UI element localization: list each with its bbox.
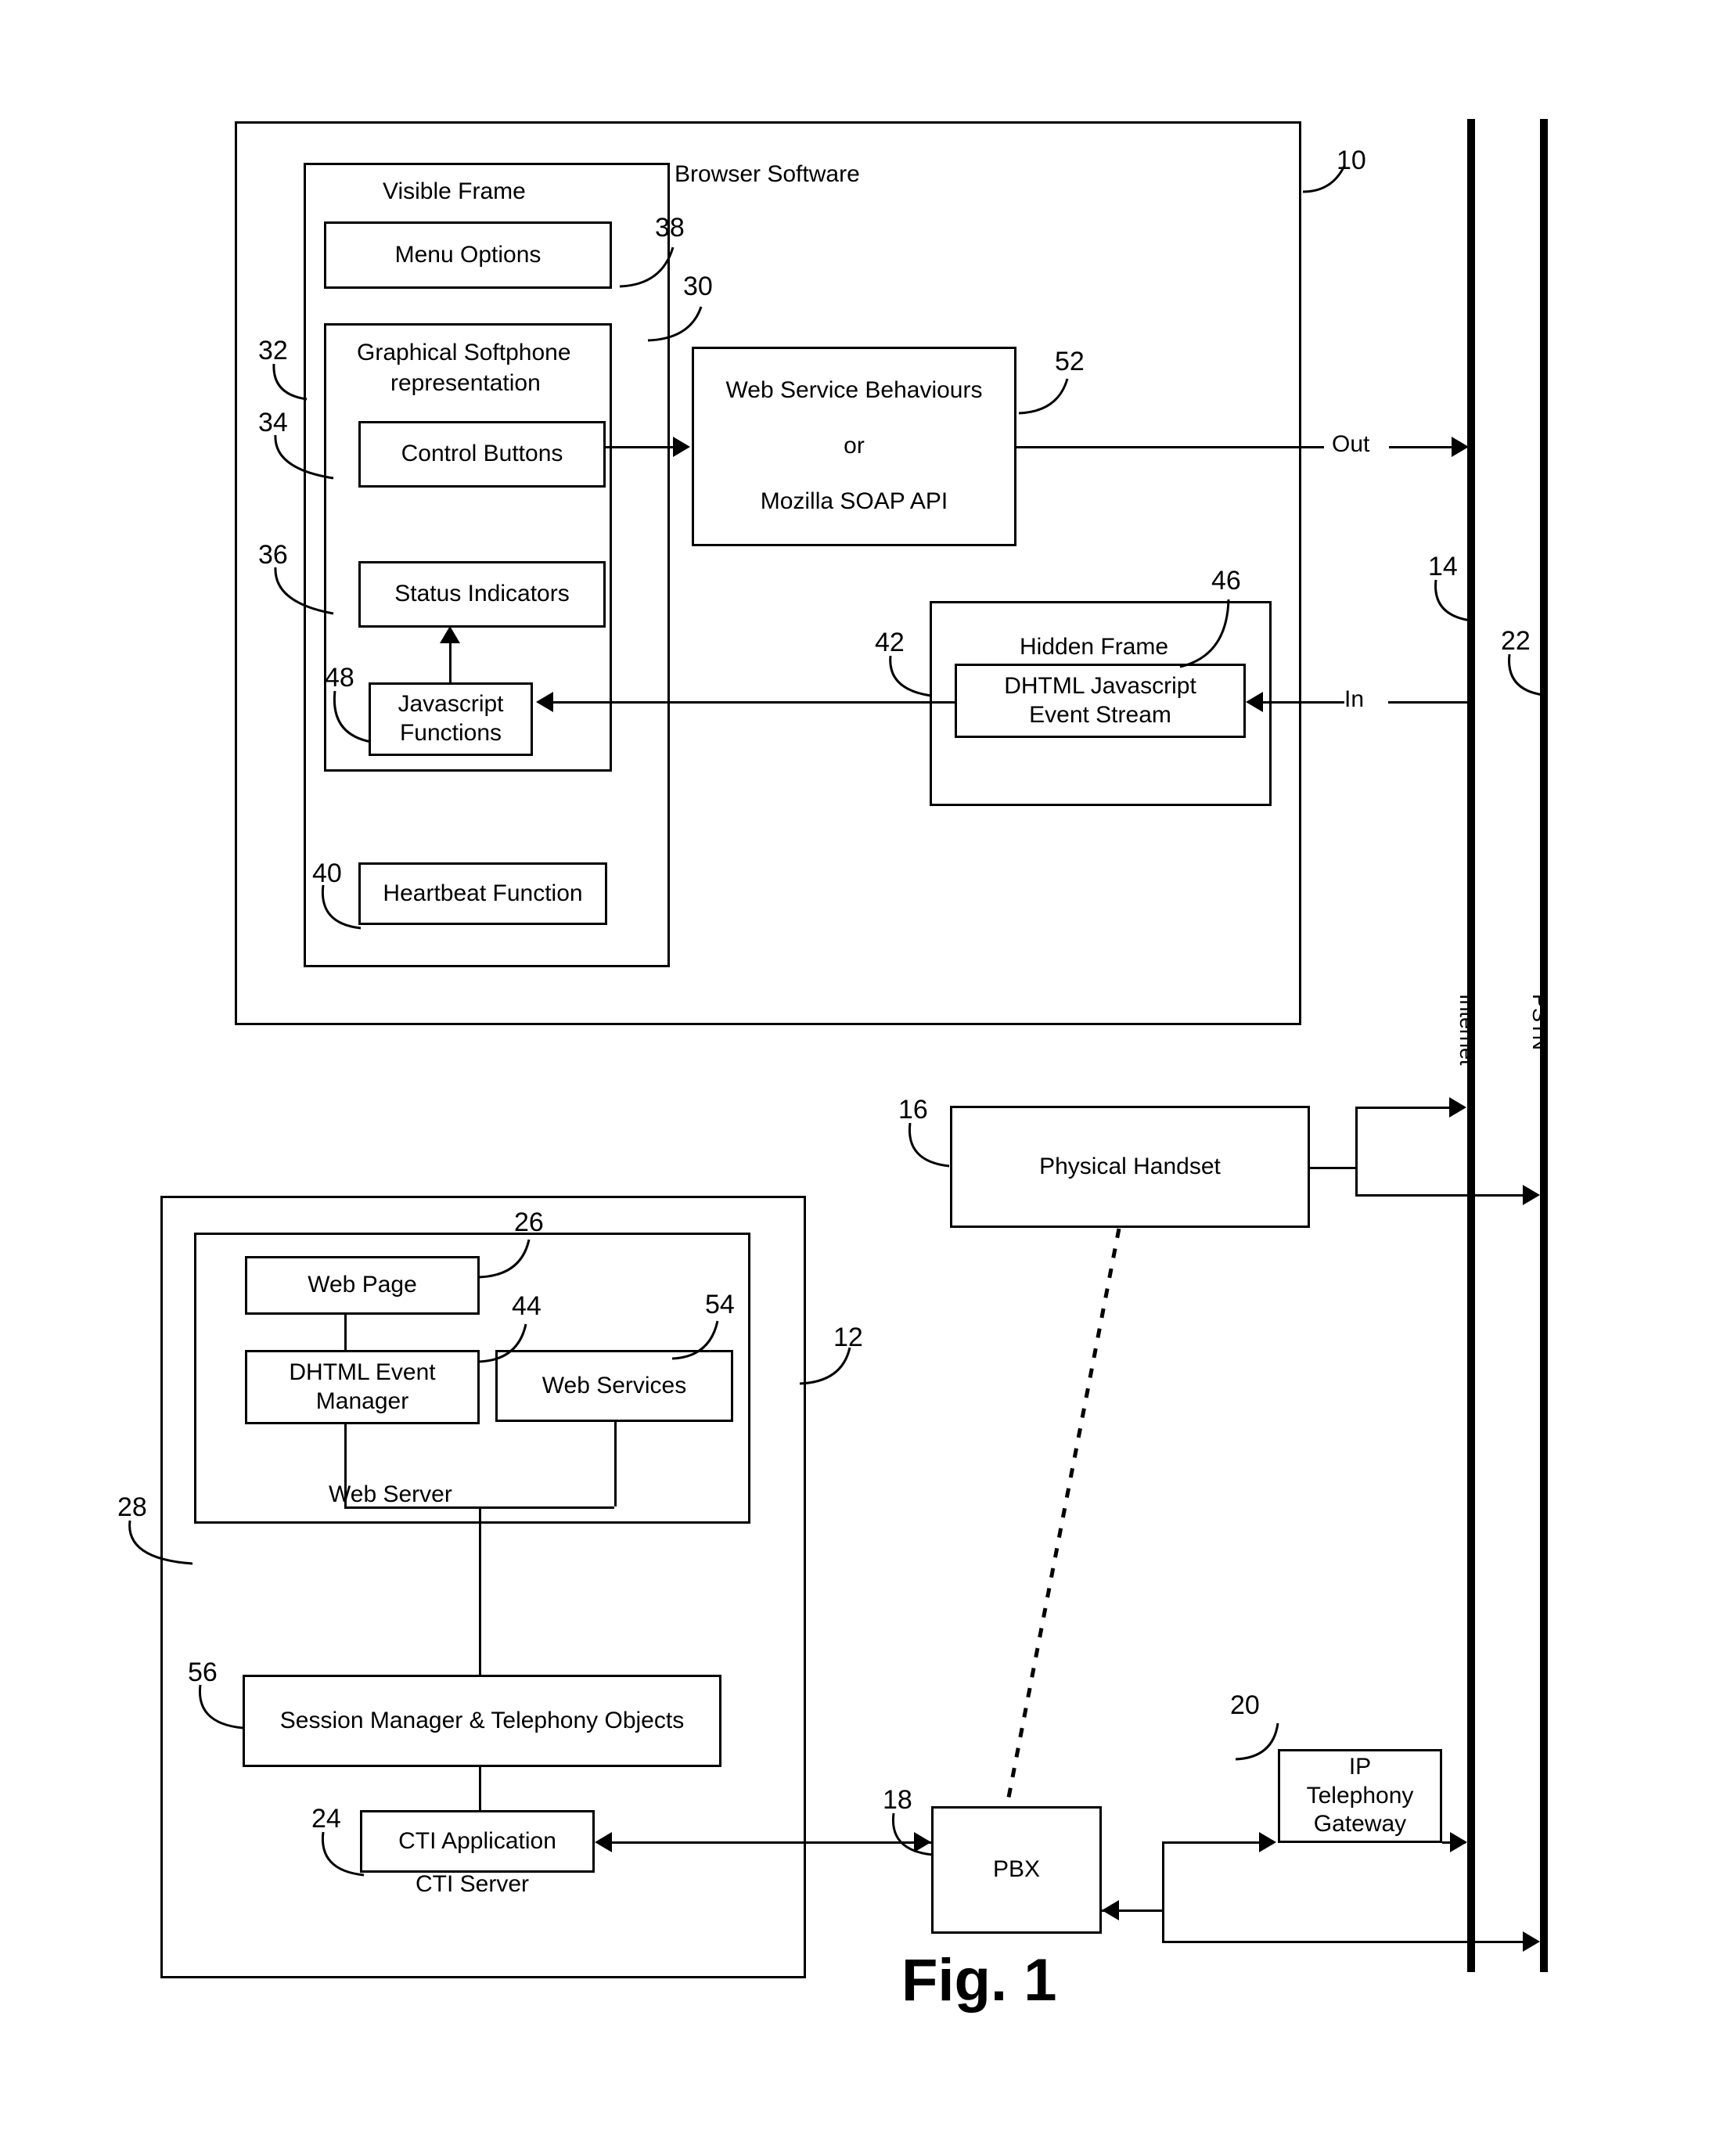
pbx-box: PBX bbox=[931, 1806, 1102, 1934]
event-stream-label-line1: DHTML Javascript bbox=[1004, 672, 1196, 699]
connector-bottom-to-pstn bbox=[1162, 1941, 1524, 1943]
javascript-functions-box: Javascript Functions bbox=[369, 682, 533, 756]
physical-handset-label: Physical Handset bbox=[1039, 1153, 1221, 1179]
arrowhead-gateway-to-internet bbox=[1450, 1832, 1467, 1852]
web-server-title: Web Server bbox=[329, 1481, 452, 1507]
javascript-functions-label-line2: Functions bbox=[399, 720, 502, 746]
leader-48 bbox=[333, 690, 372, 743]
connector-webserver-to-session bbox=[479, 1506, 481, 1676]
connector-js-to-status bbox=[449, 643, 452, 684]
dhtml-event-manager-line2: Manager bbox=[315, 1388, 409, 1414]
menu-options-label: Menu Options bbox=[394, 241, 541, 268]
connector-in-to-eventstream bbox=[1263, 701, 1344, 704]
connector-webservices-down bbox=[614, 1422, 617, 1506]
menu-options-box[interactable]: Menu Options bbox=[324, 221, 612, 289]
heartbeat-function-box: Heartbeat Function bbox=[358, 862, 607, 925]
softphone-label-line2: representation bbox=[390, 370, 541, 396]
connector-session-to-cti-app bbox=[479, 1767, 481, 1811]
event-stream-label-line2: Event Stream bbox=[1029, 701, 1171, 728]
cti-application-label: CTI Application bbox=[398, 1827, 556, 1854]
internet-label: Internet bbox=[1455, 994, 1479, 1066]
leader-56 bbox=[198, 1684, 243, 1729]
leader-24 bbox=[321, 1831, 365, 1877]
leader-30 bbox=[647, 306, 703, 342]
connector-handset-stub bbox=[1310, 1167, 1355, 1169]
leader-18 bbox=[891, 1812, 933, 1856]
pstn-label: PSTN bbox=[1528, 994, 1552, 1051]
connector-webservice-out bbox=[1016, 446, 1324, 448]
leader-16 bbox=[908, 1122, 950, 1168]
leader-10 bbox=[1302, 165, 1346, 193]
physical-handset-box: Physical Handset bbox=[950, 1106, 1310, 1228]
heartbeat-function-label: Heartbeat Function bbox=[383, 880, 583, 906]
leader-42 bbox=[889, 655, 932, 697]
javascript-functions-label-line1: Javascript bbox=[398, 691, 504, 718]
leader-12 bbox=[799, 1347, 851, 1385]
dhtml-event-stream-box: DHTML Javascript Event Stream bbox=[955, 664, 1246, 738]
connector-junction-to-gateway bbox=[1162, 1841, 1261, 1844]
figure-caption: Fig. 1 bbox=[901, 1947, 1057, 2014]
web-service-line1: Web Service Behaviours bbox=[725, 377, 983, 404]
arrowhead-junction-to-gateway bbox=[1259, 1832, 1276, 1852]
ip-gateway-line2: Telephony bbox=[1306, 1782, 1414, 1809]
arrowhead-handset-to-internet bbox=[1449, 1097, 1466, 1118]
ip-gateway-line3: Gateway bbox=[1313, 1811, 1407, 1837]
connector-handset-to-pbx-dashed bbox=[1005, 1228, 1121, 1806]
out-flow-label: Out bbox=[1332, 431, 1370, 457]
arrowhead-bottom-to-pstn bbox=[1523, 1931, 1540, 1952]
web-page-box: Web Page bbox=[245, 1256, 480, 1315]
cti-application-box: CTI Application bbox=[360, 1810, 595, 1873]
ip-gateway-line1: IP bbox=[1348, 1754, 1372, 1780]
cti-server-title: CTI Server bbox=[416, 1871, 530, 1897]
arrowhead-pbx-to-ctiapp bbox=[595, 1832, 612, 1852]
leader-44 bbox=[478, 1323, 527, 1363]
arrowhead-in-to-eventstream bbox=[1246, 692, 1263, 712]
connector-webpage-to-dhtml bbox=[344, 1315, 347, 1350]
leader-36 bbox=[274, 567, 334, 615]
connector-handset-riser bbox=[1355, 1107, 1358, 1194]
web-service-line2: or bbox=[844, 433, 865, 459]
arrowhead-junction-to-pbx bbox=[1102, 1900, 1119, 1920]
connector-in-from-internet bbox=[1388, 701, 1470, 704]
session-manager-box: Session Manager & Telephony Objects bbox=[243, 1675, 721, 1767]
dhtml-event-manager-box: DHTML Event Manager bbox=[245, 1350, 480, 1424]
leader-46 bbox=[1179, 599, 1230, 668]
leader-22 bbox=[1508, 653, 1544, 696]
connector-out-to-internet bbox=[1389, 446, 1461, 448]
control-buttons-label: Control Buttons bbox=[401, 441, 563, 467]
arrowhead-controls-to-webservice bbox=[673, 437, 690, 457]
hidden-frame-title: Hidden Frame bbox=[1020, 634, 1169, 660]
leader-54 bbox=[671, 1320, 719, 1360]
connector-handset-to-internet bbox=[1355, 1107, 1451, 1109]
leader-28 bbox=[128, 1520, 193, 1565]
arrowhead-eventstream-to-js bbox=[536, 692, 553, 712]
patent-figure-canvas: Browser Software 10 Visible Frame 32 Men… bbox=[0, 0, 1727, 2156]
leader-34 bbox=[274, 434, 334, 480]
session-manager-label: Session Manager & Telephony Objects bbox=[279, 1707, 685, 1733]
leader-40 bbox=[321, 884, 362, 930]
web-page-label: Web Page bbox=[308, 1272, 417, 1298]
pbx-label: PBX bbox=[992, 1856, 1041, 1883]
connector-controls-to-webservice bbox=[606, 446, 673, 448]
leader-14 bbox=[1434, 579, 1472, 622]
web-service-line3: Mozilla SOAP API bbox=[760, 488, 948, 515]
leader-26 bbox=[478, 1239, 531, 1279]
status-indicators-label: Status Indicators bbox=[394, 581, 570, 607]
dhtml-event-manager-line1: DHTML Event bbox=[289, 1359, 436, 1385]
web-services-label: Web Services bbox=[541, 1372, 687, 1398]
visible-frame-title: Visible Frame bbox=[383, 178, 526, 204]
softphone-label-line1: Graphical Softphone bbox=[357, 340, 571, 365]
in-flow-label: In bbox=[1344, 686, 1365, 712]
arrowhead-out-to-internet bbox=[1452, 437, 1469, 457]
leader-52 bbox=[1018, 378, 1069, 415]
control-buttons-box[interactable]: Control Buttons bbox=[358, 421, 606, 488]
status-indicators-box: Status Indicators bbox=[358, 561, 606, 628]
arrowhead-js-to-status bbox=[440, 626, 460, 643]
arrowhead-handset-to-pstn bbox=[1523, 1185, 1540, 1205]
leader-20 bbox=[1235, 1722, 1279, 1761]
connector-handset-to-pstn bbox=[1355, 1194, 1524, 1197]
browser-software-title: Browser Software bbox=[675, 161, 860, 187]
connector-gateway-junction bbox=[1162, 1841, 1164, 1941]
web-service-behaviours-box: Web Service Behaviours or Mozilla SOAP A… bbox=[692, 347, 1016, 546]
